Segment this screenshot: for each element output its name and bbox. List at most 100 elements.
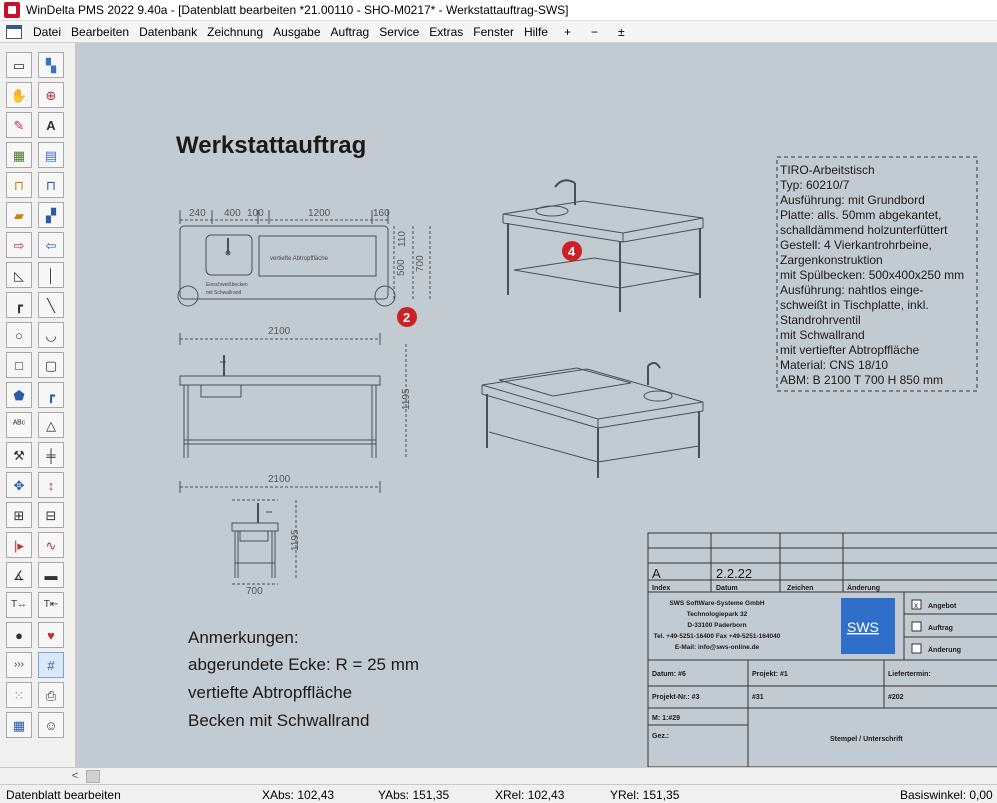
menu-extras[interactable]: Extras bbox=[424, 25, 468, 39]
label-auftrag: Auftrag bbox=[928, 625, 953, 632]
drawing-svg: Werkstattauftrag 240 400 100 1200 160 ve… bbox=[176, 132, 997, 767]
printer-icon[interactable]: ⎙ bbox=[38, 682, 64, 708]
move-red-icon[interactable]: ⇨ bbox=[6, 232, 32, 258]
hammer-icon[interactable]: ⚒ bbox=[6, 442, 32, 468]
field-gez: Gez.: bbox=[652, 733, 669, 740]
window-title: WinDelta PMS 2022 9.40a - [Datenblatt be… bbox=[26, 3, 569, 17]
diagonal-line-icon[interactable]: ╲ bbox=[38, 292, 64, 318]
company-line: SWS SoftWare-Systeme GmbH bbox=[669, 600, 764, 607]
align-red-icon[interactable]: |▸ bbox=[6, 532, 32, 558]
rectangle-icon[interactable]: □ bbox=[6, 352, 32, 378]
scroll-left-icon[interactable]: < bbox=[68, 769, 82, 783]
dim-160: 160 bbox=[373, 208, 390, 219]
corner-tool-icon[interactable]: ┏ bbox=[38, 382, 64, 408]
menu-zoom-out[interactable]: − bbox=[586, 25, 603, 39]
scroll-thumb[interactable] bbox=[86, 770, 100, 783]
label-sink-2: mit Schwallrand bbox=[206, 290, 242, 296]
menu-hilfe[interactable]: Hilfe bbox=[519, 25, 553, 39]
hatch-tool-icon[interactable]: ▤ bbox=[38, 142, 64, 168]
side-view: 1195 700 bbox=[231, 499, 301, 597]
field-liefertermin: Liefertermin: bbox=[888, 671, 931, 678]
isometric-view-bottom bbox=[481, 362, 704, 478]
menu-fenster[interactable]: Fenster bbox=[468, 25, 519, 39]
rev-index: A bbox=[652, 566, 661, 581]
status-yrel: YRel: 151,35 bbox=[610, 788, 680, 802]
menu-zoom-fit[interactable]: ± bbox=[613, 25, 630, 39]
folder-insert-icon[interactable]: ▰ bbox=[6, 202, 32, 228]
heart-icon[interactable]: ♥ bbox=[38, 622, 64, 648]
angle-tool-icon[interactable]: ∡ bbox=[6, 562, 32, 588]
text-tool-icon[interactable]: A bbox=[38, 112, 64, 138]
move-blue-icon[interactable]: ⇦ bbox=[38, 232, 64, 258]
note-line: Becken mit Schwallrand bbox=[188, 711, 369, 730]
app-icon bbox=[4, 2, 20, 18]
note-line: abgerundete Ecke: R = 25 mm bbox=[188, 655, 419, 674]
notes-heading: Anmerkungen: bbox=[188, 628, 299, 647]
rounded-rectangle-icon[interactable]: ▢ bbox=[38, 352, 64, 378]
vertical-arrow-icon[interactable]: ↕ bbox=[38, 472, 64, 498]
menu-ausgabe[interactable]: Ausgabe bbox=[268, 25, 325, 39]
menu-zoom-in[interactable]: + bbox=[559, 25, 576, 39]
dim-h-blue-icon[interactable]: ⊓ bbox=[38, 172, 64, 198]
move-cross-icon[interactable]: ✥ bbox=[6, 472, 32, 498]
note-line: vertiefte Abtropffläche bbox=[188, 683, 352, 702]
horizontal-scrollbar[interactable]: < bbox=[0, 767, 997, 784]
triangle-icon[interactable]: △ bbox=[38, 412, 64, 438]
dim-h-yellow-icon[interactable]: ⊓ bbox=[6, 172, 32, 198]
menu-service[interactable]: Service bbox=[374, 25, 424, 39]
arc-icon[interactable]: ◡ bbox=[38, 322, 64, 348]
marker-4-label: 4 bbox=[568, 244, 576, 259]
scale-bar-icon[interactable]: ▬ bbox=[38, 562, 64, 588]
angle-line-icon[interactable]: ◺ bbox=[6, 262, 32, 288]
spec-text: TIRO-Arbeitstisch Typ: 60210/7 Ausführun… bbox=[780, 163, 964, 387]
top-view: vertiefte Abtropffläche Einschweißbecken… bbox=[177, 225, 431, 307]
image-tool-icon[interactable]: ▚ bbox=[38, 52, 64, 78]
vertical-line-icon[interactable]: │ bbox=[38, 262, 64, 288]
calendar-icon[interactable]: ▦ bbox=[6, 712, 32, 738]
polygon-fill-icon[interactable]: ⬟ bbox=[6, 382, 32, 408]
isometric-view-top bbox=[502, 179, 704, 312]
checkbox-aenderung[interactable] bbox=[911, 643, 922, 654]
wave-tool-icon[interactable]: ∿ bbox=[38, 532, 64, 558]
checkbox-auftrag[interactable] bbox=[911, 621, 922, 632]
title-block-text: A 2.2.22 Index Datum Zeichen Änderung SW… bbox=[652, 566, 961, 743]
status-yabs: YAbs: 151,35 bbox=[378, 788, 450, 802]
document-window-icon[interactable] bbox=[6, 24, 22, 39]
status-xabs: XAbs: 102,43 bbox=[262, 788, 335, 802]
menu-bar: Datei Bearbeiten Datenbank Zeichnung Aus… bbox=[0, 21, 997, 43]
dimension-tool-2-icon[interactable]: ⊟ bbox=[38, 502, 64, 528]
zoom-icon[interactable]: ⊕ bbox=[38, 82, 64, 108]
menu-zeichnung[interactable]: Zeichnung bbox=[202, 25, 268, 39]
field-datum: Datum: #6 bbox=[652, 671, 686, 678]
value-liefertermin: #202 bbox=[888, 694, 904, 701]
text-size-2-icon[interactable]: T⇤ bbox=[38, 592, 64, 618]
angebot-check-mark: x bbox=[914, 601, 918, 610]
drawing-canvas[interactable]: Werkstattauftrag 240 400 100 1200 160 ve… bbox=[76, 43, 997, 767]
arrows-right-icon[interactable]: ››› bbox=[6, 652, 32, 678]
pen-color-icon[interactable]: ✎ bbox=[6, 112, 32, 138]
text-size-icon[interactable]: T↔ bbox=[6, 592, 32, 618]
spec-line: Ausführung: mit Grundbord bbox=[780, 193, 925, 207]
corner-line-icon[interactable]: ┏ bbox=[6, 292, 32, 318]
parallel-lines-icon[interactable]: ╪ bbox=[38, 442, 64, 468]
grid-toggle-icon[interactable]: # bbox=[38, 652, 64, 678]
circle-icon[interactable]: ○ bbox=[6, 322, 32, 348]
pan-hand-icon[interactable]: ✋ bbox=[6, 82, 32, 108]
select-window-icon[interactable]: ▭ bbox=[6, 52, 32, 78]
spec-line: schweißt in Tischplatte, inkl. bbox=[780, 298, 929, 312]
menu-auftrag[interactable]: Auftrag bbox=[326, 25, 375, 39]
menu-bearbeiten[interactable]: Bearbeiten bbox=[66, 25, 134, 39]
dim-1195-front: 1195 bbox=[401, 388, 412, 410]
dimension-tool-icon[interactable]: ⊞ bbox=[6, 502, 32, 528]
menu-datenbank[interactable]: Datenbank bbox=[134, 25, 202, 39]
top-view-dimensions: 240 400 100 1200 160 bbox=[179, 208, 390, 224]
spec-line: Typ: 60210/7 bbox=[780, 178, 850, 192]
header-index: Index bbox=[652, 585, 670, 592]
spell-check-icon[interactable]: ᴬᴮᶜ bbox=[6, 412, 32, 438]
bomb-icon[interactable]: ● bbox=[6, 622, 32, 648]
fill-tool-icon[interactable]: ▦ bbox=[6, 142, 32, 168]
menu-datei[interactable]: Datei bbox=[28, 25, 66, 39]
layer-tool-icon[interactable]: ▞ bbox=[38, 202, 64, 228]
smiley-icon[interactable]: ☺ bbox=[38, 712, 64, 738]
dots-grid-icon[interactable]: ⁙ bbox=[6, 682, 32, 708]
